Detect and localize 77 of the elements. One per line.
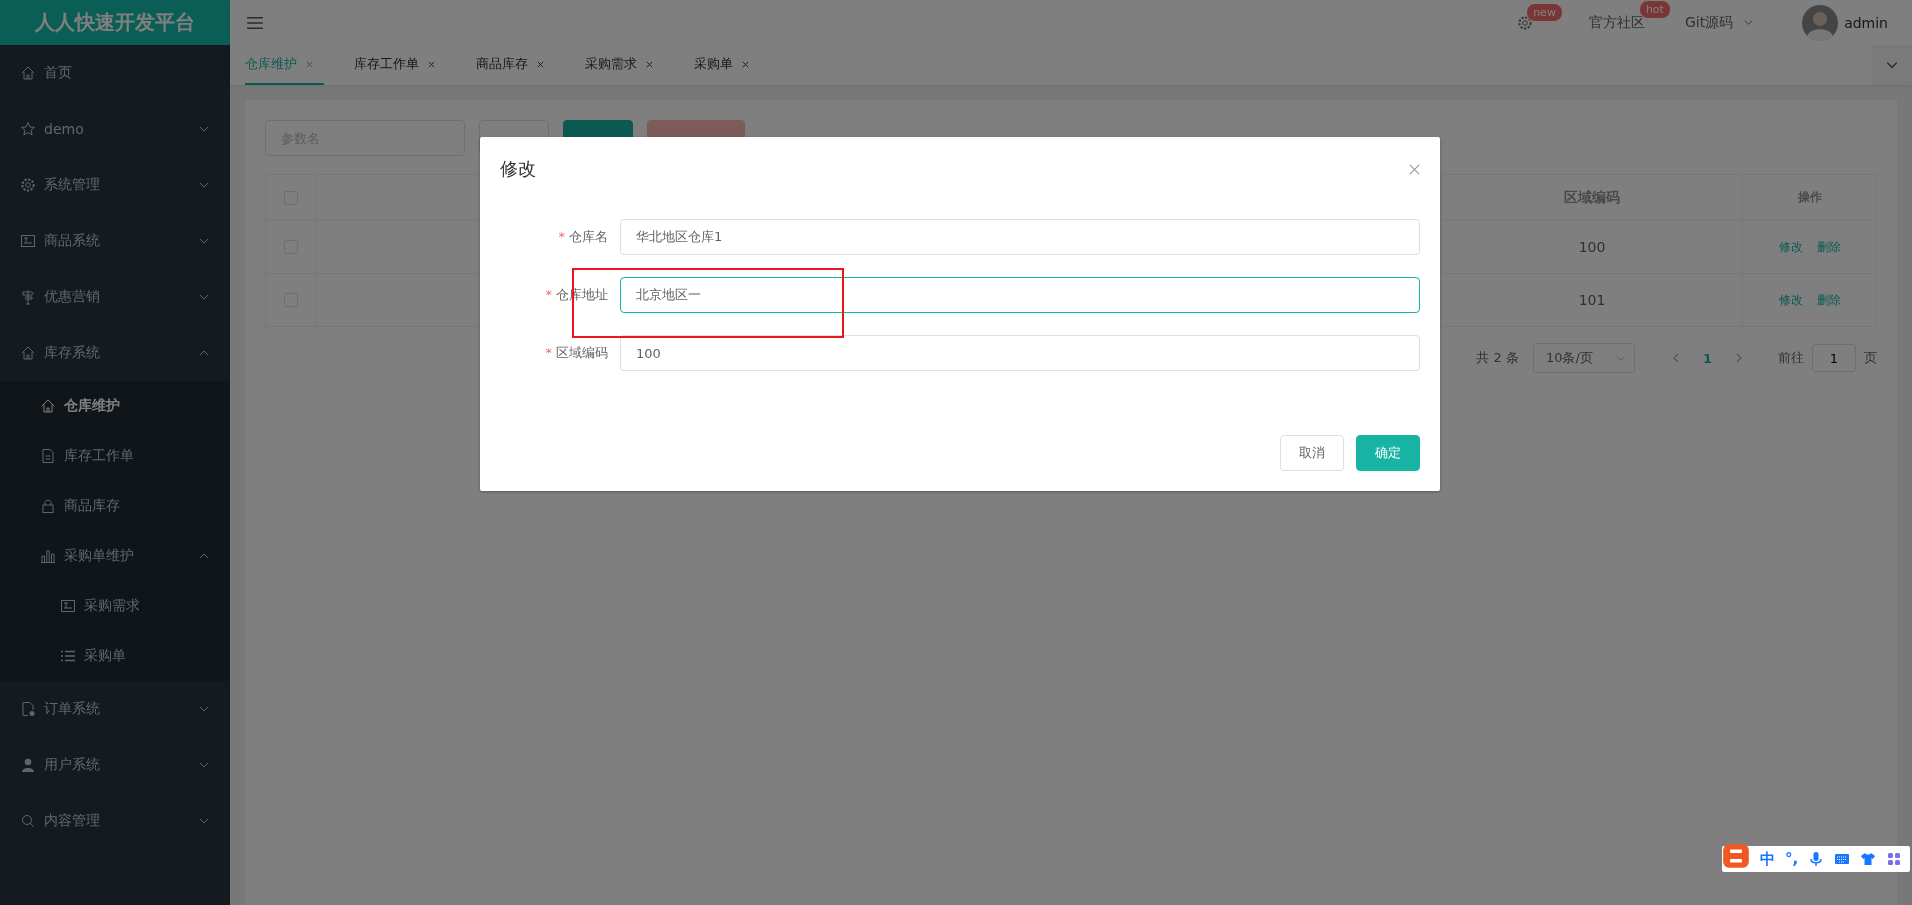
page-size-value: 10条/页 <box>1545 349 1593 367</box>
sidebar-item[interactable]: 用户系统 <box>0 737 230 793</box>
dialog-title: 修改 <box>500 157 536 181</box>
input-field[interactable]: 北京地区一 <box>620 277 1420 313</box>
menu-icon[interactable] <box>246 15 264 30</box>
ime-mode[interactable]: °, <box>1785 850 1799 868</box>
sidebar-item[interactable]: 采购单 <box>0 631 230 681</box>
input-field[interactable]: 100 <box>620 335 1420 371</box>
delete-link[interactable]: 删除 <box>1816 291 1841 309</box>
source-dropdown[interactable]: Git源码 <box>1684 13 1734 32</box>
search-icon <box>20 813 36 829</box>
edit-link[interactable]: 修改 <box>1778 238 1803 256</box>
home-icon <box>20 65 36 81</box>
shirt-icon[interactable] <box>1860 851 1877 867</box>
sidebar-item[interactable]: 商品库存 <box>0 481 230 531</box>
ime-mode[interactable]: 中 <box>1760 849 1775 869</box>
page-tab[interactable]: 采购需求 <box>585 45 664 85</box>
chevron-down-icon <box>1743 17 1755 28</box>
close-icon[interactable] <box>1409 163 1420 175</box>
total-count: 共 2 条 <box>1476 349 1519 367</box>
signpost-icon <box>20 289 36 305</box>
user-name[interactable]: admin <box>1844 14 1888 31</box>
notification-badge: new <box>1526 2 1563 22</box>
grid-icon[interactable] <box>1886 851 1903 867</box>
sidebar-item[interactable]: 仓库维护 <box>0 381 230 431</box>
page-size-select[interactable]: 10条/页 <box>1532 343 1635 373</box>
sidebar-item[interactable]: 系统管理 <box>0 157 230 213</box>
close-icon[interactable] <box>536 59 545 69</box>
field-label: * 区域编码 <box>544 344 609 362</box>
card-icon <box>20 233 36 249</box>
close-icon[interactable] <box>645 59 654 69</box>
home-icon <box>40 398 56 414</box>
delete-link[interactable]: 删除 <box>1816 238 1841 256</box>
page-tab[interactable]: 库存工作单 <box>354 45 446 85</box>
document-icon <box>20 701 36 717</box>
page-input[interactable]: 1 <box>1812 344 1856 372</box>
list-icon <box>60 648 76 664</box>
sidebar-item[interactable]: 采购单维护 <box>0 531 230 581</box>
sidebar-item[interactable]: 优惠营销 <box>0 269 230 325</box>
avatar-icon[interactable] <box>1802 4 1839 41</box>
edit-link[interactable]: 修改 <box>1778 291 1803 309</box>
sidebar-item[interactable]: 库存工作单 <box>0 431 230 481</box>
sidebar-item[interactable]: 库存系统 <box>0 325 230 381</box>
input-field[interactable]: 华北地区仓库1 <box>620 219 1420 255</box>
close-icon[interactable] <box>427 59 436 69</box>
bar-chart-icon <box>40 548 56 564</box>
cancel-button[interactable]: 取消 <box>1280 435 1344 471</box>
sidebar-item[interactable]: 采购需求 <box>0 581 230 631</box>
sidebar-item[interactable]: 订单系统 <box>0 681 230 737</box>
page-suffix: 页 <box>1864 349 1877 367</box>
sidebar-item[interactable]: 商品系统 <box>0 213 230 269</box>
close-icon[interactable] <box>741 59 750 69</box>
settings-icon[interactable] <box>1516 14 1533 31</box>
page-tab[interactable]: 采购单 <box>694 45 760 85</box>
keyboard-icon[interactable] <box>1834 851 1851 867</box>
microphone-icon[interactable] <box>1808 851 1825 867</box>
confirm-button[interactable]: 确定 <box>1356 435 1420 471</box>
gear-icon <box>20 177 36 193</box>
goto-label: 前往 <box>1778 349 1804 367</box>
sidebar-item[interactable]: demo <box>0 101 230 157</box>
home-icon <box>20 345 36 361</box>
app-title: 人人快速开发平台 <box>35 9 195 36</box>
star-icon <box>20 121 36 137</box>
field-label: * 仓库名 <box>557 228 609 246</box>
close-icon[interactable] <box>305 59 314 69</box>
document-icon <box>40 448 56 464</box>
ime-logo-icon[interactable] <box>1722 843 1750 869</box>
page-tab[interactable]: 商品库存 <box>476 45 555 85</box>
lock-icon <box>40 498 56 514</box>
page-number[interactable]: 1 <box>1702 350 1712 366</box>
page-tab[interactable]: 仓库维护 <box>245 45 324 85</box>
sidebar-item[interactable]: 内容管理 <box>0 793 230 849</box>
user-icon <box>20 757 36 773</box>
card-icon <box>60 598 76 614</box>
table-cell: 100 <box>1578 239 1606 255</box>
table-cell: 101 <box>1578 292 1606 308</box>
sidebar-item[interactable]: 首页 <box>0 45 230 101</box>
